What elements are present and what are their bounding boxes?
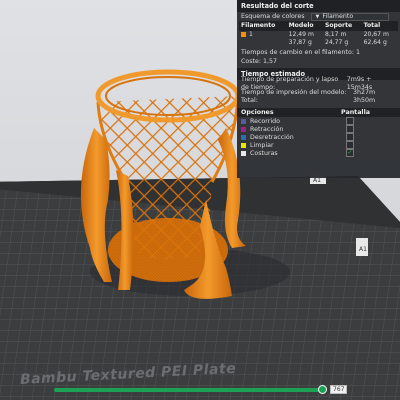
filament-table: Filamento Modelo Soporte Total 1 12,49 m… [239, 21, 398, 47]
option-costuras: Costuras ✓ [237, 149, 400, 158]
layer-slider-value: 767 [330, 385, 348, 394]
option-color-swatch [241, 118, 246, 124]
total-time-row: Total: 3h50m [237, 97, 400, 106]
total-time-value: 3h50m [353, 97, 376, 105]
display-header-label: Pantalla [341, 108, 371, 116]
panel-title: Resultado del corte [237, 0, 400, 13]
cost-label: Coste: [241, 57, 261, 65]
cell-modelo: 12,49 m [288, 31, 314, 39]
option-color-swatch [241, 134, 246, 140]
chevron-down-icon: ▼ [315, 13, 320, 20]
layer-slider-handle[interactable] [318, 385, 327, 394]
col-modelo: Modelo [286, 21, 323, 31]
plate-badge-right-text: A1 [359, 246, 367, 253]
cell-total: 20,67 m [363, 31, 389, 39]
filament-id: 1 [249, 31, 253, 39]
checkbox[interactable] [346, 125, 354, 134]
filament-change-label: Tiempos de cambio en el filamento: [241, 49, 354, 57]
option-label: Recorrido [250, 117, 280, 125]
filament-change-value: 1 [356, 49, 361, 57]
checkbox[interactable]: ✓ [346, 149, 354, 158]
options-header: Opciones Pantalla [237, 107, 400, 118]
option-limpiar: Limpiar [237, 141, 400, 150]
option-desretraccion: Desretracción [237, 133, 400, 142]
filament-change-row: Tiempos de cambio en el filamento: 1 [237, 49, 400, 58]
model-time-label: Tiempo de impresión del modelo: [241, 88, 347, 96]
checkbox[interactable] [346, 133, 354, 142]
filament-swatch [241, 31, 246, 37]
color-scheme-label: Esquema de colores [241, 12, 305, 20]
col-soporte: Soporte [322, 21, 362, 31]
option-recorrido: Recorrido [237, 117, 400, 126]
col-filamento: Filamento [239, 21, 287, 31]
total-time-label: Total: [241, 97, 258, 105]
filament-id [239, 39, 287, 47]
option-color-swatch [241, 150, 246, 156]
options-header-label: Opciones [241, 108, 274, 116]
plate-badge-top-text: A1 [313, 177, 321, 184]
col-total: Total [361, 21, 398, 31]
cell-modelo: 37,87 g [288, 39, 312, 47]
cell-soporte: 24,77 g [324, 39, 349, 47]
table-row: 1 12,49 m 8,17 m 20,67 m [239, 31, 398, 39]
color-scheme-value: Filamento [322, 12, 354, 20]
model-time-value: 3h27m [353, 88, 376, 96]
color-scheme-select[interactable]: ▼ Filamento [310, 12, 389, 21]
table-row: 37,87 g 24,77 g 62,64 g [239, 39, 398, 47]
checkbox[interactable] [346, 141, 354, 150]
prep-time-row: Tiempo de preparación y lapso de tiempo:… [237, 76, 400, 91]
layer-slider-track[interactable] [54, 388, 324, 392]
option-color-swatch [241, 126, 246, 132]
option-retraccion: Retracción [237, 125, 400, 134]
option-label: Limpiar [250, 141, 274, 149]
color-scheme-row: Esquema de colores ▼ Filamento [237, 12, 400, 21]
cost-value: 1,57 [263, 57, 278, 65]
option-label: Desretracción [250, 133, 294, 141]
3d-viewport[interactable]: A1 A1 Bambu Textured PEI Plate Resultado… [0, 0, 400, 400]
option-label: Retracción [250, 125, 284, 133]
option-color-swatch [241, 142, 246, 148]
cell-soporte: 8,17 m [324, 31, 347, 39]
cost-row: Coste: 1,57 [237, 57, 400, 66]
slice-result-panel: Resultado del corte Esquema de colores ▼… [237, 0, 400, 178]
option-label: Costuras [250, 149, 278, 157]
cell-total: 62,64 g [363, 39, 387, 47]
checkbox[interactable] [346, 117, 354, 126]
